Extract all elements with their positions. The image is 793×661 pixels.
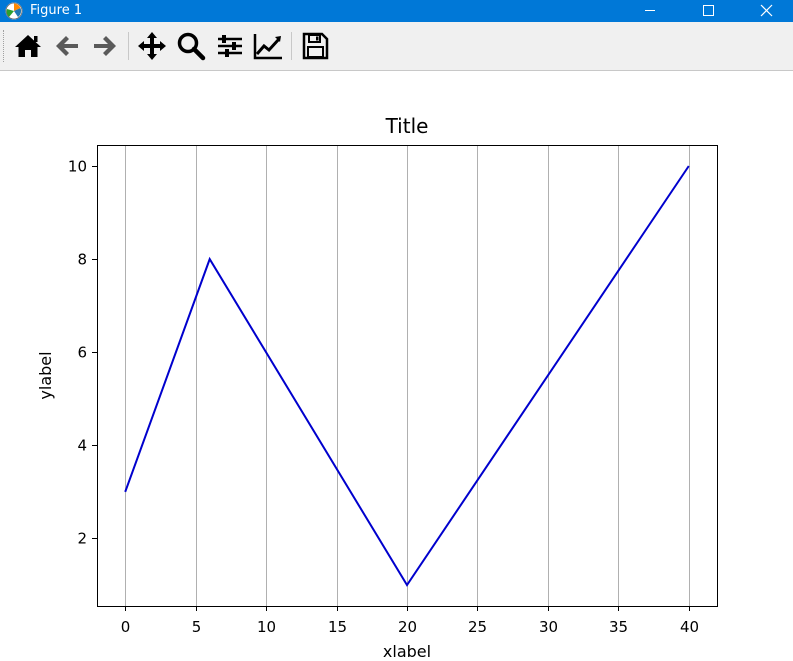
x-tick-label: 30 (539, 618, 558, 636)
maximize-icon (703, 5, 714, 16)
floppy-disk-icon (302, 32, 329, 60)
forward-button[interactable] (89, 30, 121, 62)
x-tick-label: 5 (192, 618, 202, 636)
x-axis-label: xlabel (383, 642, 431, 661)
line-chart[interactable]: 0 5 10 15 20 25 30 35 40 2 4 6 8 10 Title xlabel yla… (0, 71, 793, 661)
x-tick-label: 20 (398, 618, 417, 636)
navigation-toolbar (0, 22, 793, 71)
subplots-button[interactable] (214, 30, 246, 62)
customize-button[interactable] (252, 30, 284, 62)
y-tick-label: 4 (77, 437, 87, 455)
y-axis: 2 4 6 8 10 (68, 158, 97, 548)
arrow-right-icon (94, 36, 116, 56)
pan-button[interactable] (136, 30, 168, 62)
y-tick-label: 2 (77, 530, 87, 548)
x-tick-label: 15 (328, 618, 347, 636)
x-tick-label: 10 (257, 618, 276, 636)
figure-window: Figure 1 0 5 10 15 20 25 30 35 40 2 4 6 … (0, 0, 793, 661)
toolbar-separator (128, 32, 129, 60)
minimize-icon (645, 10, 655, 11)
x-tick-label: 40 (680, 618, 699, 636)
window-title: Figure 1 (30, 3, 83, 18)
grid-lines (125, 145, 690, 606)
y-tick-label: 8 (77, 251, 87, 269)
home-button[interactable] (12, 30, 44, 62)
move-icon (138, 32, 166, 60)
magnifier-icon (177, 32, 206, 61)
x-tick-label: 35 (609, 618, 628, 636)
home-icon (15, 35, 41, 57)
toolbar-separator (291, 32, 292, 60)
y-tick-label: 10 (68, 158, 87, 176)
maximize-button[interactable] (679, 0, 737, 22)
zoom-button[interactable] (175, 30, 207, 62)
chart-title: Title (385, 114, 429, 138)
line-chart-icon (253, 34, 282, 60)
figure-canvas[interactable]: 0 5 10 15 20 25 30 35 40 2 4 6 8 10 Title xlabel yla… (0, 71, 793, 661)
close-button[interactable] (737, 0, 793, 22)
minimize-button[interactable] (621, 0, 679, 22)
y-tick-label: 6 (77, 344, 87, 362)
back-button[interactable] (51, 30, 83, 62)
save-button[interactable] (299, 30, 331, 62)
y-axis-label: ylabel (36, 351, 55, 399)
close-icon (760, 4, 773, 17)
matplotlib-logo-icon (5, 2, 23, 20)
toolbar-grip[interactable] (3, 30, 6, 62)
title-bar[interactable]: Figure 1 (0, 0, 793, 22)
sliders-icon (218, 35, 242, 57)
x-tick-label: 0 (121, 618, 131, 636)
x-axis: 0 5 10 15 20 25 30 35 40 (121, 606, 699, 636)
x-tick-label: 25 (468, 618, 487, 636)
arrow-left-icon (56, 36, 78, 56)
